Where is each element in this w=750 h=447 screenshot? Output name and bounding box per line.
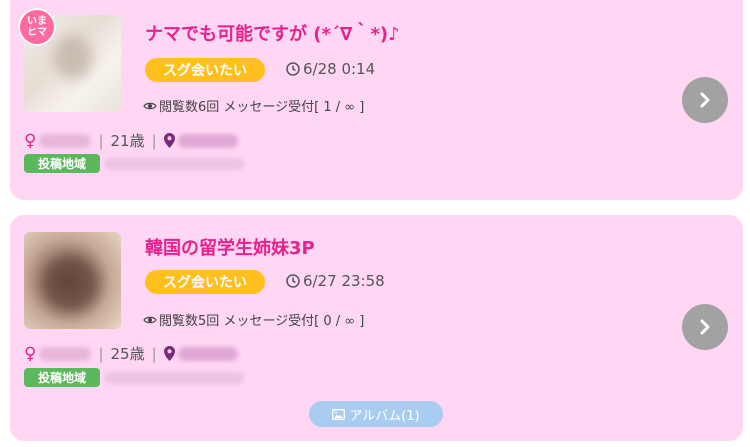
image-icon: [332, 408, 346, 420]
clock-icon: [286, 62, 300, 76]
imahima-badge: いまヒマ: [18, 8, 56, 46]
eye-icon: [143, 102, 157, 109]
post-title[interactable]: 韓国の留学生姉妹3P: [145, 234, 315, 260]
profile-photo[interactable]: [24, 232, 121, 329]
view-count: 閲覧数6回 メッセージ受付[ 1 / ∞ ]: [143, 96, 364, 115]
blurred-region: [104, 372, 244, 384]
view-count: 閲覧数5回 メッセージ受付[ 0 / ∞ ]: [143, 310, 364, 329]
age: 25歳: [110, 345, 145, 363]
post-region-label: 投稿地域: [24, 154, 100, 173]
eye-icon: [143, 316, 157, 323]
category-tag: スグ会いたい: [145, 270, 265, 294]
blurred-nickname: [39, 133, 92, 148]
post-card[interactable]: いまヒマ ナマでも可能ですが (*´∇｀*)♪ スグ会いたい 6/28 0:14…: [10, 0, 743, 200]
blurred-location: [177, 133, 238, 148]
female-icon: ♀: [24, 130, 37, 151]
blurred-nickname: [39, 346, 92, 361]
blurred-region: [104, 158, 244, 170]
category-tag: スグ会いたい: [145, 58, 265, 82]
blurred-location: [177, 346, 238, 361]
location-pin-icon: [163, 346, 175, 361]
female-icon: ♀: [24, 343, 37, 364]
post-card[interactable]: 韓国の留学生姉妹3P スグ会いたい 6/27 23:58 閲覧数5回 メッセージ…: [10, 215, 743, 441]
poster-profile: ♀ | 25歳 |: [24, 343, 238, 364]
location-pin-icon: [163, 133, 175, 148]
post-title[interactable]: ナマでも可能ですが (*´∇｀*)♪: [145, 20, 400, 46]
post-region-label: 投稿地域: [24, 368, 100, 387]
open-post-button[interactable]: [682, 77, 728, 123]
post-time: 6/27 23:58: [286, 272, 385, 290]
open-post-button[interactable]: [682, 304, 728, 350]
post-time: 6/28 0:14: [286, 60, 375, 78]
poster-profile: ♀ | 21歳 |: [24, 130, 238, 151]
age: 21歳: [110, 132, 145, 150]
chevron-right-icon: [700, 92, 710, 108]
album-button[interactable]: アルバム(1): [309, 401, 443, 427]
clock-icon: [286, 274, 300, 288]
chevron-right-icon: [700, 319, 710, 335]
